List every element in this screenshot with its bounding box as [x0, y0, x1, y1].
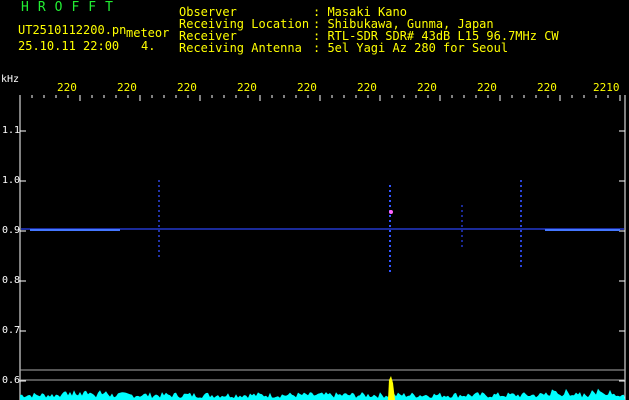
meteor-echo-traces [158, 180, 522, 275]
hrofft-window: HROFFT UT2510112200.pn meteor 25.10.11 2… [0, 0, 629, 400]
x-axis-ticks [19, 95, 621, 101]
axis-frame [19, 95, 626, 400]
spectrum-baseline-guides [20, 369, 625, 381]
y-axis-ticks [20, 130, 625, 382]
carrier-signal-line [21, 228, 624, 231]
spectrogram-plot [19, 95, 626, 400]
spectrum-profile [20, 388, 625, 400]
